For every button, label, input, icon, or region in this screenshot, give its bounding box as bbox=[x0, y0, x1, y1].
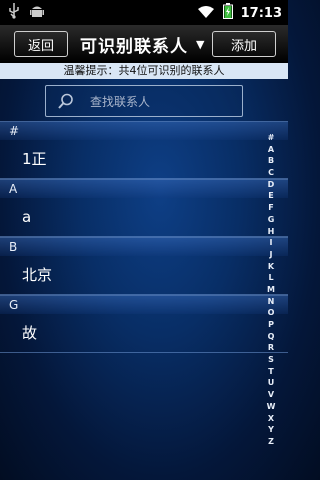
index-letter[interactable]: E bbox=[268, 190, 273, 202]
battery-charging-icon bbox=[222, 3, 233, 23]
status-bar: 17:13 bbox=[0, 0, 288, 25]
search-input[interactable] bbox=[88, 86, 242, 118]
search-icon bbox=[58, 93, 74, 109]
section-header: G bbox=[0, 295, 288, 314]
index-letter[interactable]: P bbox=[268, 319, 274, 331]
index-letter[interactable]: U bbox=[268, 377, 275, 389]
index-letter[interactable]: G bbox=[268, 214, 275, 226]
usb-icon bbox=[8, 3, 20, 23]
title-bar: 返回 可识别联系人 ▼ 添加 bbox=[0, 25, 288, 63]
index-letter[interactable]: Q bbox=[268, 331, 275, 343]
page-title: 可识别联系人 bbox=[80, 37, 188, 57]
section-header: # bbox=[0, 121, 288, 140]
title-dropdown[interactable]: 可识别联系人 ▼ bbox=[80, 32, 204, 57]
index-letter[interactable]: M bbox=[267, 284, 275, 296]
index-letter[interactable]: S bbox=[268, 354, 274, 366]
index-letter[interactable]: F bbox=[268, 202, 273, 214]
contact-row[interactable]: 故 bbox=[0, 314, 288, 353]
index-letter[interactable]: K bbox=[268, 261, 274, 273]
tip-bar: 温馨提示：共4位可识别的联系人 bbox=[0, 63, 288, 79]
index-letter[interactable]: J bbox=[270, 249, 273, 261]
index-letter[interactable]: # bbox=[268, 132, 275, 144]
index-letter[interactable]: W bbox=[267, 401, 276, 413]
index-letter[interactable]: D bbox=[268, 179, 275, 191]
index-letter[interactable]: I bbox=[270, 237, 273, 249]
section-header: A bbox=[0, 179, 288, 198]
index-letter[interactable]: Y bbox=[268, 424, 274, 436]
android-icon bbox=[30, 3, 44, 23]
index-letter[interactable]: T bbox=[268, 366, 273, 378]
wifi-icon bbox=[197, 4, 215, 23]
alphabet-index-bar[interactable]: # A B C D E F G H I J K L M N O P Q R S T U V W X Y Z bbox=[264, 132, 278, 448]
index-letter[interactable]: C bbox=[268, 167, 274, 179]
index-letter[interactable]: O bbox=[268, 307, 275, 319]
index-letter[interactable]: N bbox=[268, 296, 275, 308]
index-letter[interactable]: L bbox=[268, 272, 273, 284]
contact-row[interactable]: 1正 bbox=[0, 140, 288, 179]
index-letter[interactable]: V bbox=[268, 389, 274, 401]
search-box[interactable] bbox=[45, 85, 243, 118]
dropdown-arrow-icon: ▼ bbox=[196, 38, 205, 51]
contact-list: # 1正 A a B 北京 G 故 bbox=[0, 121, 288, 353]
contact-row[interactable]: 北京 bbox=[0, 256, 288, 295]
section-header: B bbox=[0, 237, 288, 256]
add-button[interactable]: 添加 bbox=[212, 31, 276, 57]
index-letter[interactable]: X bbox=[268, 413, 274, 425]
index-letter[interactable]: R bbox=[268, 342, 274, 354]
index-letter[interactable]: Z bbox=[268, 436, 274, 448]
index-letter[interactable]: B bbox=[268, 155, 274, 167]
back-button[interactable]: 返回 bbox=[14, 31, 68, 57]
index-letter[interactable]: H bbox=[268, 226, 275, 238]
status-time: 17:13 bbox=[240, 5, 282, 21]
contact-row[interactable]: a bbox=[0, 198, 288, 237]
index-letter[interactable]: A bbox=[268, 144, 274, 156]
